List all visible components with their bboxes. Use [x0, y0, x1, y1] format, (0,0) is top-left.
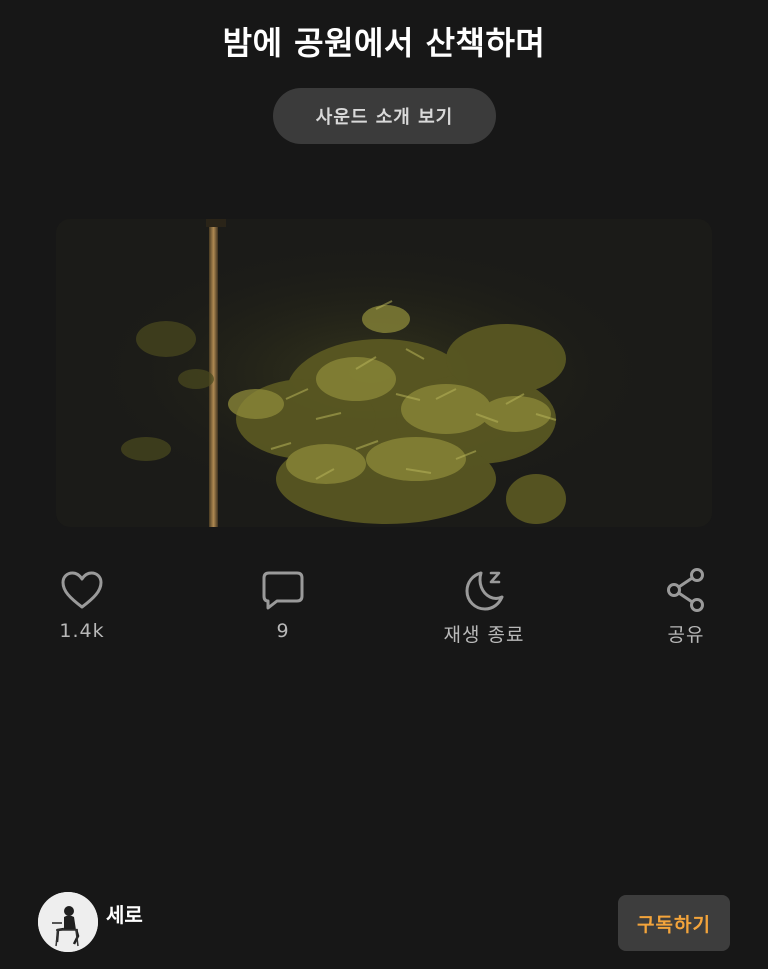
subscribe-button[interactable]: 구독하기 [618, 895, 730, 951]
comment-count: 9 [276, 620, 290, 642]
like-button[interactable]: 1.4k [22, 566, 142, 642]
share-icon [662, 566, 710, 614]
comment-button[interactable]: 9 [223, 566, 343, 642]
like-count: 1.4k [59, 620, 105, 642]
author-info[interactable]: 세로 [38, 892, 143, 952]
sound-intro-button[interactable]: 사운드 소개 보기 [273, 88, 496, 144]
share-button[interactable]: 공유 [626, 566, 746, 647]
heart-icon [58, 566, 106, 614]
avatar[interactable] [38, 892, 98, 952]
sleep-timer-label: 재생 종료 [443, 624, 525, 646]
author-name[interactable]: 세로 [106, 899, 143, 928]
sleep-timer-button[interactable]: 재생 종료 [424, 566, 544, 647]
moon-sleep-icon [460, 566, 508, 614]
share-label: 공유 [667, 624, 705, 646]
page-title: 밤에 공원에서 산책하며 [222, 24, 546, 62]
comment-icon [259, 566, 307, 614]
cover-image [56, 219, 712, 527]
action-bar: 1.4k 9 재생 종료 공유 [0, 566, 768, 656]
